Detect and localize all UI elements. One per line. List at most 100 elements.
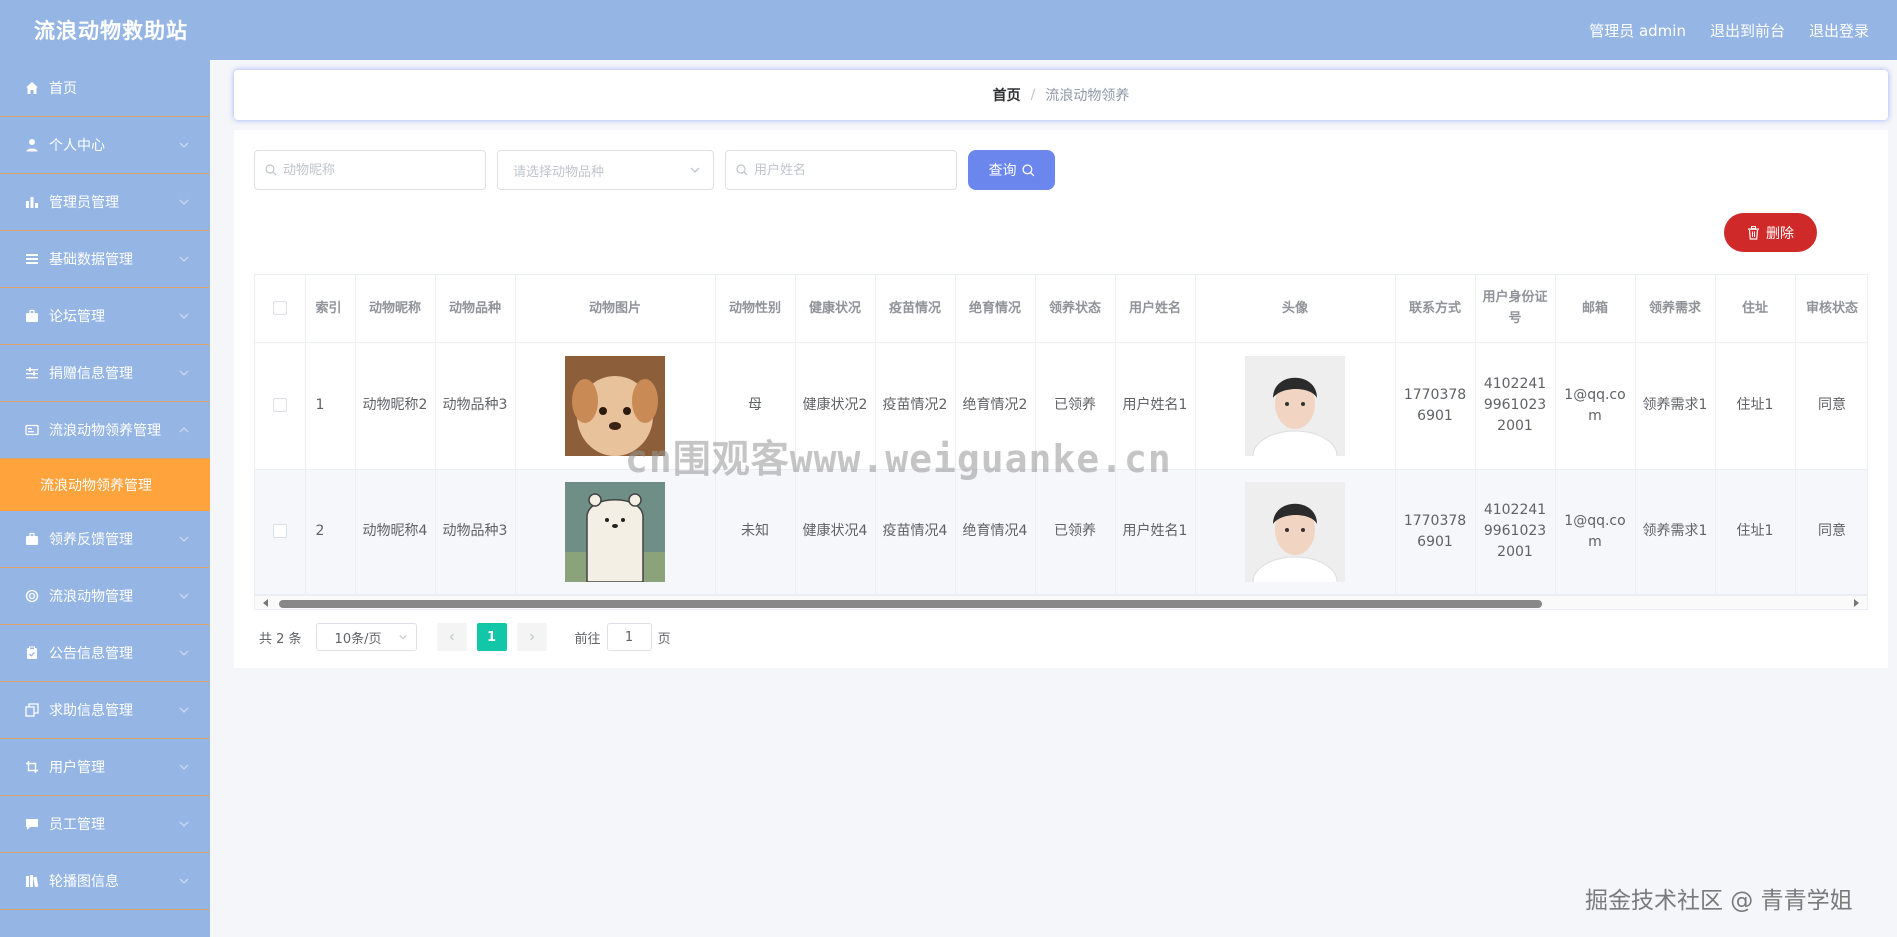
sidebar-item-donation[interactable]: 捐赠信息管理 [0,345,210,402]
nickname-search-input[interactable] [283,162,473,178]
cell-index: 1 [305,342,356,470]
books-icon [24,873,40,889]
chevron-down-icon [179,707,189,713]
cell-avatar [1195,342,1396,470]
sidebar-item-forum[interactable]: 论坛管理 [0,288,210,345]
search-icon [736,164,748,176]
cell-index: 2 [305,469,356,595]
clipboard-icon [24,645,40,661]
goto-page-input[interactable] [606,623,652,651]
logout-link[interactable]: 退出登录 [1809,20,1869,41]
trash-icon [1748,225,1759,240]
scrollbar-thumb[interactable] [279,600,1542,608]
sidebar-item-label: 员工管理 [49,817,105,833]
chevron-down-icon [179,878,189,884]
sidebar-item-staff[interactable]: 员工管理 [0,796,210,853]
cell-nickname: 动物昵称4 [355,469,436,595]
select-all-cell [255,275,306,343]
chevron-down-icon [179,256,189,262]
column-header: 用户身份证号 [1475,275,1556,343]
page-size-value: 10条/页 [334,631,382,647]
search-bar: 请选择动物品种 查询 [254,150,1055,190]
sidebar-item-carousel[interactable]: 轮播图信息 [0,853,210,910]
card-icon [24,422,40,438]
column-header: 动物图片 [515,275,716,343]
user-avatar-photo [1245,355,1345,456]
cell-health: 健康状况2 [795,342,876,470]
sidebar-item-label: 论坛管理 [49,309,105,325]
sidebar-item-animals[interactable]: 流浪动物管理 [0,568,210,625]
sidebar-subitem-adoption-manage[interactable]: 流浪动物领养管理 [0,459,210,511]
query-button-label: 查询 [988,163,1017,179]
sidebar-item-help[interactable]: 求助信息管理 [0,682,210,739]
sidebar-item-label: 公告信息管理 [49,646,133,662]
sidebar-item-notice[interactable]: 公告信息管理 [0,625,210,682]
delete-button-label: 删除 [1766,225,1794,242]
search-icon [265,164,277,176]
breed-select[interactable]: 请选择动物品种 [497,150,714,190]
query-button[interactable]: 查询 [968,150,1055,190]
cell-email: 1@qq.com [1555,469,1636,595]
cell-health: 健康状况4 [795,469,876,595]
delete-button[interactable]: 删除 [1724,213,1817,252]
breed-select-placeholder: 请选择动物品种 [513,164,605,180]
sidebar-item-label: 管理员管理 [49,195,119,211]
sidebar-item-home[interactable]: 首页 [0,60,210,117]
horizontal-scrollbar[interactable] [254,596,1868,610]
puppy-photo [565,355,665,456]
row-checkbox[interactable] [272,398,287,412]
sidebar-item-adoption[interactable]: 流浪动物领养管理 [0,402,210,459]
sidebar-item-label: 轮播图信息 [49,874,119,890]
polar-bear-cartoon [565,481,665,582]
copy-icon [24,702,40,718]
adoption-table: 索引 动物昵称 动物品种 动物图片 动物性别 健康状况 疫苗情况 绝育情况 领养… [254,274,1868,596]
sidebar-item-label: 求助信息管理 [49,703,133,719]
cell-vaccine: 疫苗情况4 [875,469,956,595]
sidebar-item-users[interactable]: 用户管理 [0,739,210,796]
row-select-cell [255,469,306,595]
page-number-active[interactable]: 1 [476,623,507,651]
cell-nickname: 动物昵称2 [355,342,436,470]
briefcase-icon [24,308,40,324]
exit-to-front-link[interactable]: 退出到前台 [1710,20,1785,41]
next-page-button[interactable] [516,623,547,651]
row-checkbox[interactable] [272,524,287,538]
username-search-input[interactable] [754,162,944,178]
cell-phone: 17703786901 [1395,342,1476,470]
sidebar-item-label: 流浪动物领养管理 [49,423,161,439]
column-header: 索引 [305,275,356,343]
select-all-checkbox[interactable] [272,301,287,316]
goto-label: 前往 [574,631,601,647]
cell-sterilization: 绝育情况4 [955,469,1036,595]
credit-text: 掘金技术社区 @ 青青学姐 [1585,888,1853,914]
sidebar-item-label: 领养反馈管理 [49,532,133,548]
sidebar-item-admin[interactable]: 管理员管理 [0,174,210,231]
column-header: 领养需求 [1635,275,1716,343]
scroll-right-arrow[interactable] [1854,599,1859,607]
sidebar-item-feedback[interactable]: 领养反馈管理 [0,511,210,568]
column-header: 疫苗情况 [875,275,956,343]
column-header: 审核状态 [1795,275,1867,343]
sidebar-item-label: 首页 [49,81,77,97]
chevron-down-icon [179,593,189,599]
target-icon [24,588,40,604]
crop-icon [24,759,40,775]
sidebar-item-personal[interactable]: 个人中心 [0,117,210,174]
chevron-down-icon [179,370,189,376]
breadcrumb-current: 流浪动物领养 [1045,88,1130,104]
prev-page-button[interactable] [436,623,467,651]
breadcrumb-home[interactable]: 首页 [993,85,1021,105]
table-row[interactable]: 1 动物昵称2 动物品种3 母 健康状况2 疫苗情况2 绝育情况2 已领养 用户… [255,342,1867,470]
sidebar-item-basic-data[interactable]: 基础数据管理 [0,231,210,288]
page-size-select[interactable]: 10条/页 [315,623,417,651]
breadcrumb-separator: / [1030,87,1036,103]
cell-address: 住址1 [1715,469,1796,595]
cell-id-number: 410224199610232001 [1475,342,1556,470]
cell-image [515,342,716,470]
cell-status: 已领养 [1035,342,1116,470]
cell-breed: 动物品种3 [435,469,516,595]
username-search-field [725,150,957,190]
scroll-left-arrow[interactable] [263,599,268,607]
sidebar-item-label: 个人中心 [49,138,105,154]
table-row[interactable]: 2 动物昵称4 动物品种3 未知 健康状况4 疫苗情况4 绝育情况4 已领养 用… [255,469,1867,595]
